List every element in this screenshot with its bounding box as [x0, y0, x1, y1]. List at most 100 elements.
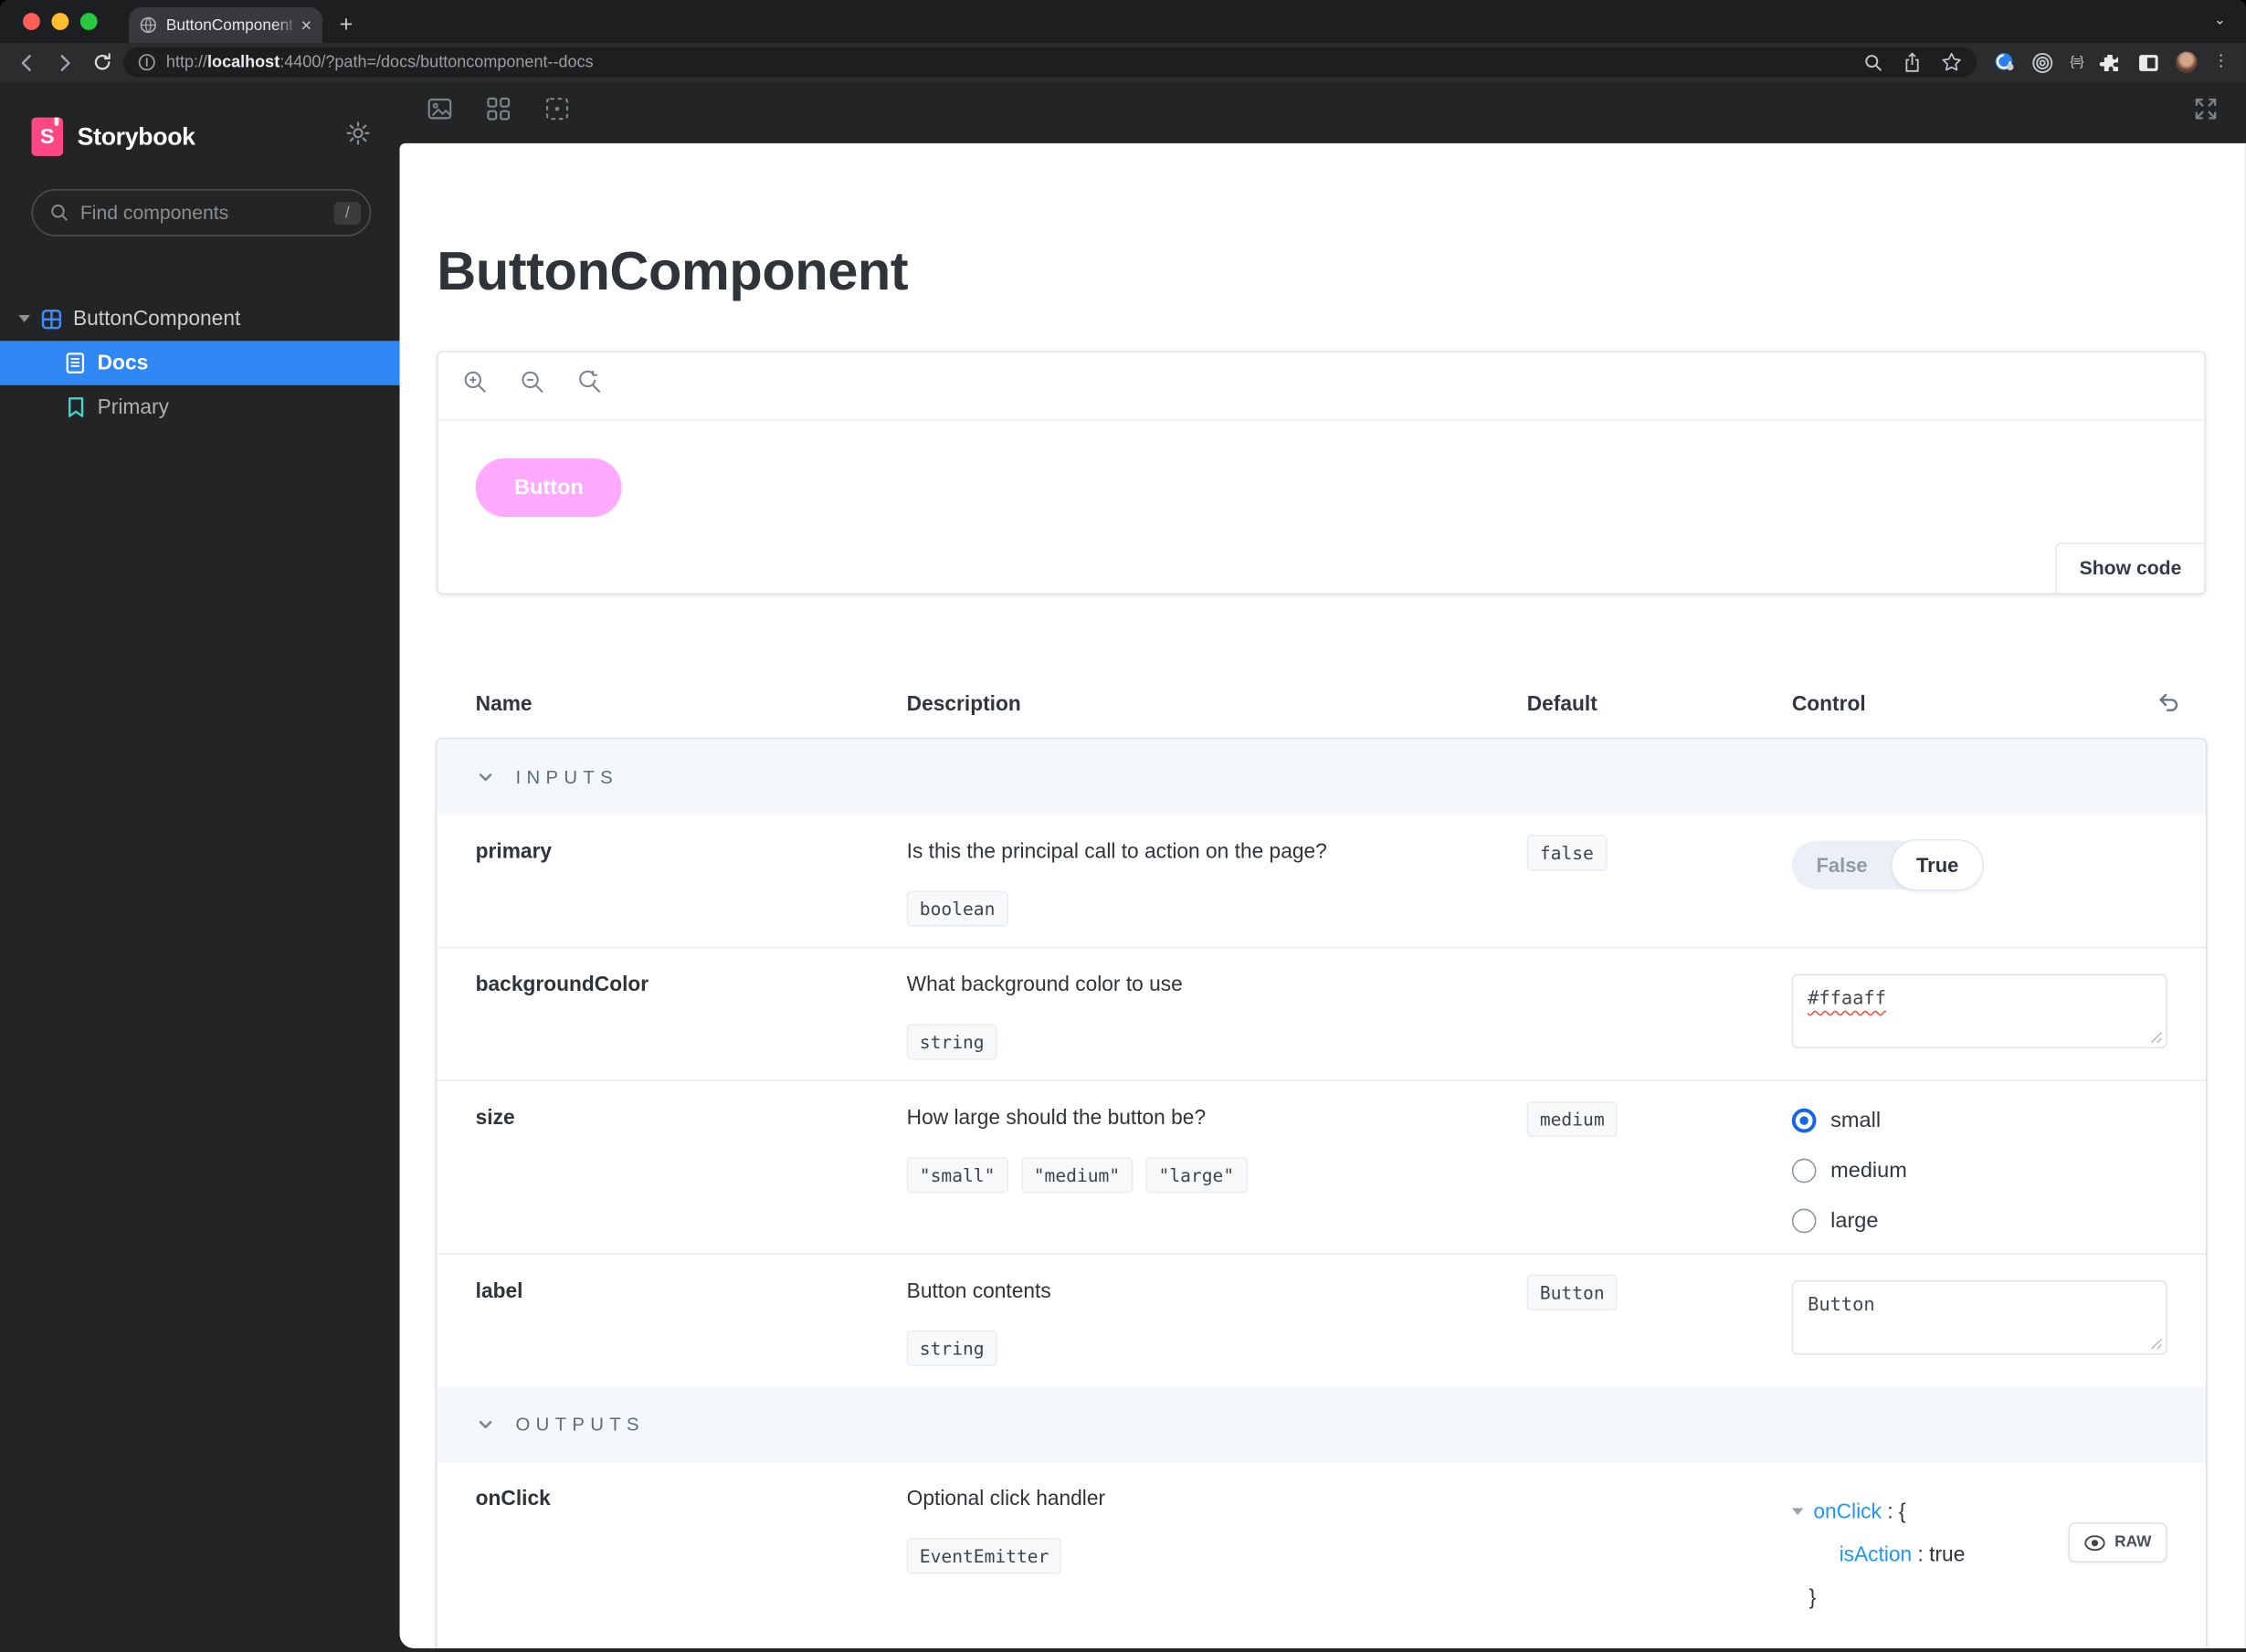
- profile-avatar[interactable]: [2176, 51, 2198, 73]
- arg-type-chips: string: [906, 1024, 1489, 1060]
- forward-button[interactable]: [48, 47, 80, 79]
- tab-search-chevron-icon[interactable]: ⌄: [2214, 13, 2226, 28]
- radio-option-large[interactable]: large: [1791, 1208, 2167, 1234]
- search-shortcut-key: /: [333, 201, 362, 225]
- text-control-value: Button: [1808, 1294, 1875, 1317]
- browser-toolbar: http://localhost:4400/?path=/docs/button…: [0, 43, 2246, 82]
- extensions-puzzle-icon[interactable]: [2098, 51, 2121, 74]
- close-window-button[interactable]: [23, 13, 40, 30]
- default-chip: false: [1526, 835, 1607, 871]
- settings-button[interactable]: [345, 121, 371, 153]
- arg-name: onClick: [475, 1488, 551, 1511]
- type-chip: "small": [906, 1157, 1008, 1194]
- text-control[interactable]: #ffaaff: [1791, 973, 2167, 1048]
- radio-icon: [1791, 1208, 1817, 1234]
- main-panel: ButtonComponent Button Show code Name De…: [399, 81, 2246, 1652]
- extension-clock-icon[interactable]: [1994, 51, 2016, 73]
- resize-grip-icon[interactable]: [2150, 1031, 2163, 1044]
- bookmark-star-icon[interactable]: [1941, 51, 1963, 73]
- arg-description-cell: What background color to use string: [868, 973, 1489, 1060]
- component-tree: ButtonComponent Docs Primary: [0, 297, 400, 430]
- radio-option-medium[interactable]: medium: [1791, 1158, 2167, 1184]
- arg-name: label: [475, 1279, 523, 1304]
- type-chip: boolean: [906, 890, 1008, 927]
- zoom-in-button[interactable]: [463, 370, 489, 403]
- page-zoom-icon[interactable]: [1863, 52, 1883, 72]
- radio-option-small[interactable]: small: [1791, 1108, 2167, 1133]
- sidebar-item-buttoncomponent[interactable]: ButtonComponent: [0, 297, 400, 342]
- arg-description-cell: Optional click handler EventEmitter: [868, 1488, 1488, 1619]
- arg-name: primary: [475, 840, 553, 864]
- arg-default-cell: [1488, 973, 1753, 1059]
- window-controls[interactable]: [0, 0, 111, 43]
- col-header-name: Name: [475, 693, 533, 717]
- search-placeholder: Find components: [79, 202, 229, 224]
- default-chip: Button: [1526, 1274, 1618, 1310]
- arg-description: Optional click handler: [906, 1488, 1106, 1511]
- arg-row: backgroundColor What background color to …: [437, 946, 2207, 1080]
- reload-button[interactable]: [86, 47, 118, 79]
- tab-close-button[interactable]: ×: [301, 16, 311, 34]
- minimize-window-button[interactable]: [51, 13, 69, 30]
- raw-toggle-button[interactable]: RAW: [2068, 1521, 2167, 1563]
- story-preview: Button Show code: [437, 351, 2207, 595]
- args-section-label: INPUTS: [515, 765, 618, 788]
- arg-description-cell: How large should the button be? "small" "m…: [868, 1107, 1488, 1233]
- resize-grip-icon[interactable]: [2150, 1338, 2163, 1351]
- arg-name: size: [475, 1107, 515, 1131]
- arg-row: onClick Optional click handler EventEmitte…: [437, 1462, 2206, 1648]
- reset-controls-button[interactable]: [2155, 689, 2182, 723]
- preview-button[interactable]: Button: [475, 458, 623, 518]
- brand-title: Storybook: [77, 122, 195, 150]
- extension-braces-icon[interactable]: {≡}: [2070, 55, 2083, 70]
- media-tool-button[interactable]: [426, 95, 454, 131]
- zoom-out-button[interactable]: [520, 370, 545, 403]
- arg-row: primary Is this the principal call to act…: [437, 815, 2206, 946]
- text-control[interactable]: Button: [1791, 1279, 2167, 1355]
- grid-tool-button[interactable]: [484, 95, 512, 131]
- args-section-row[interactable]: INPUTS: [437, 739, 2207, 815]
- search-input[interactable]: Find components /: [31, 189, 372, 237]
- zoom-reset-button[interactable]: [577, 370, 603, 403]
- docs-canvas: ButtonComponent Button Show code Name De…: [399, 142, 2246, 1648]
- extension-target-icon[interactable]: [2031, 51, 2054, 74]
- radio-icon: [1791, 1158, 1817, 1184]
- default-chip: medium: [1526, 1100, 1618, 1138]
- eye-icon: [2084, 1534, 2106, 1551]
- collapse-caret-icon[interactable]: [1791, 1508, 1804, 1516]
- arg-type-chips: EventEmitter: [906, 1538, 1489, 1574]
- object-close-line: }: [1808, 1586, 1817, 1610]
- browser-menu-icon[interactable]: ⋮: [2213, 54, 2229, 70]
- arg-default-cell: [1488, 1488, 1753, 1619]
- new-tab-button[interactable]: +: [340, 14, 353, 37]
- url-text[interactable]: http://localhost:4400/?path=/docs/button…: [166, 54, 1854, 71]
- measure-tool-button[interactable]: [543, 95, 571, 131]
- toggle-option-false[interactable]: False: [1792, 841, 1892, 889]
- storybook-manager: S Storybook Find components / ButtonComp…: [0, 81, 2246, 1652]
- arg-control-cell: #ffaaff: [1753, 973, 2206, 1059]
- address-bar[interactable]: http://localhost:4400/?path=/docs/button…: [122, 47, 1977, 78]
- sidebar-item-primary[interactable]: Primary: [0, 385, 400, 430]
- expander-caret-icon[interactable]: [18, 315, 30, 322]
- zoom-window-button[interactable]: [79, 13, 98, 30]
- bookmark-icon: [69, 397, 84, 417]
- page-title: ButtonComponent: [437, 242, 909, 302]
- tree-item-label: Primary: [97, 395, 169, 419]
- show-code-button[interactable]: Show code: [2054, 542, 2205, 594]
- share-icon[interactable]: [1903, 51, 1923, 73]
- type-chip: string: [906, 1024, 997, 1060]
- args-section-row[interactable]: OUTPUTS: [437, 1386, 2207, 1463]
- toggle-option-true[interactable]: True: [1892, 840, 1984, 889]
- favicon-globe-icon: [140, 16, 157, 34]
- site-info-icon[interactable]: [138, 53, 156, 71]
- object-key-link[interactable]: onClick: [1813, 1500, 1882, 1523]
- boolean-toggle[interactable]: False True: [1791, 840, 1984, 889]
- object-property-key[interactable]: isAction: [1840, 1544, 1913, 1567]
- side-panel-icon[interactable]: [2137, 52, 2160, 72]
- arg-default-cell: Button: [1488, 1274, 1753, 1366]
- fullscreen-button[interactable]: [2191, 95, 2220, 131]
- component-grid-icon: [41, 309, 62, 329]
- sidebar-item-docs[interactable]: Docs: [0, 341, 400, 385]
- back-button[interactable]: [12, 47, 44, 79]
- browser-tab[interactable]: ButtonComponent - Docs · St ×: [129, 6, 322, 44]
